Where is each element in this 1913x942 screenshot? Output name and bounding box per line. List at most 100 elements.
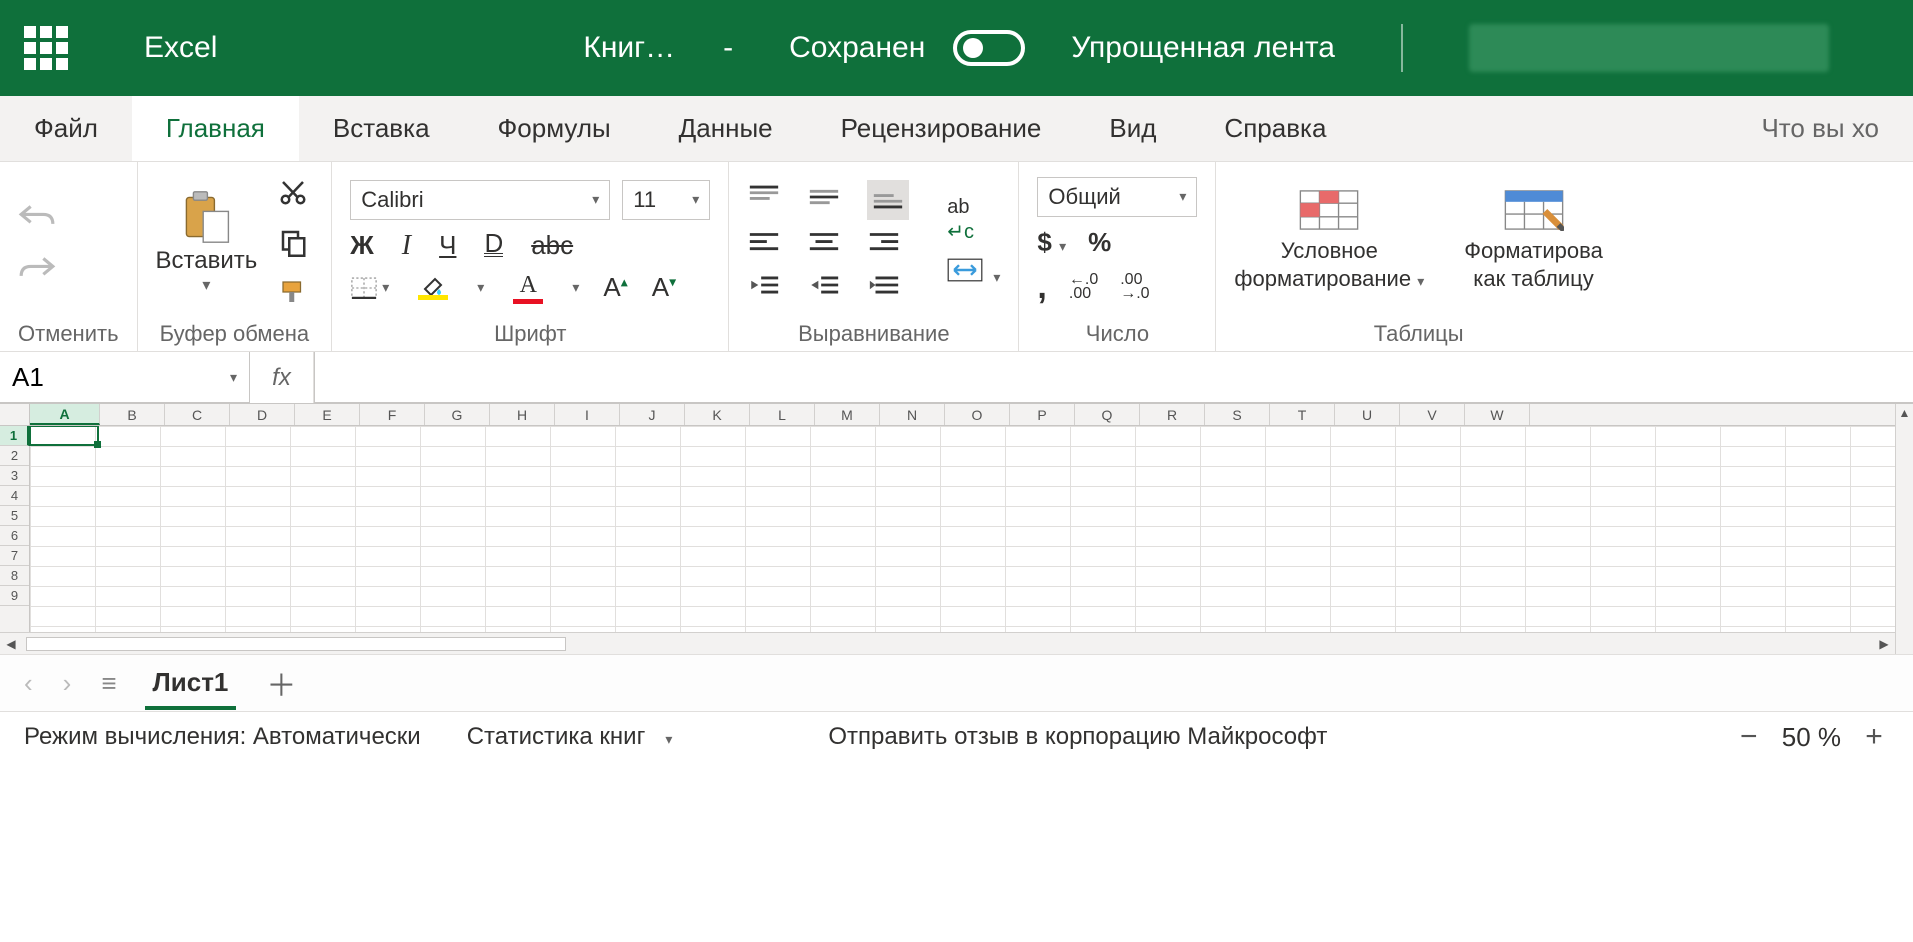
- feedback-link[interactable]: Отправить отзыв в корпорацию Майкрософт: [828, 723, 1327, 751]
- tab-review[interactable]: Рецензирование: [807, 96, 1076, 161]
- redo-button[interactable]: [18, 252, 56, 284]
- tab-file[interactable]: Файл: [0, 96, 132, 161]
- document-title[interactable]: Книг…: [583, 31, 675, 65]
- number-format-dropdown[interactable]: Общий ▾: [1037, 177, 1197, 217]
- column-header[interactable]: A: [30, 404, 100, 425]
- column-header[interactable]: M: [815, 404, 880, 425]
- decrease-indent-button[interactable]: [747, 272, 781, 304]
- column-header[interactable]: D: [230, 404, 295, 425]
- sheet-tab-active[interactable]: Лист1: [145, 657, 237, 710]
- font-color-button[interactable]: A: [508, 272, 548, 304]
- simplified-ribbon-toggle[interactable]: [953, 30, 1025, 66]
- tab-data[interactable]: Данные: [645, 96, 807, 161]
- align-middle-button[interactable]: [807, 184, 841, 216]
- add-sheet-button[interactable]: ＋: [266, 661, 296, 705]
- copy-button[interactable]: [273, 222, 313, 262]
- column-header[interactable]: C: [165, 404, 230, 425]
- align-top-button[interactable]: [747, 184, 781, 216]
- align-center-button[interactable]: [807, 230, 841, 262]
- all-sheets-icon[interactable]: ≡: [101, 668, 114, 699]
- rtl-text-button[interactable]: [867, 272, 901, 304]
- column-header[interactable]: P: [1010, 404, 1075, 425]
- fx-icon[interactable]: fx: [250, 352, 314, 403]
- tab-view[interactable]: Вид: [1075, 96, 1190, 161]
- scroll-right-icon[interactable]: ▶: [1873, 637, 1895, 651]
- cut-button[interactable]: [273, 172, 313, 212]
- column-header[interactable]: V: [1400, 404, 1465, 425]
- undo-button[interactable]: [18, 200, 56, 232]
- format-painter-button[interactable]: [273, 272, 313, 312]
- percent-button[interactable]: %: [1088, 227, 1111, 258]
- font-size-dropdown[interactable]: 11 ▾: [622, 180, 710, 220]
- row-header[interactable]: 7: [0, 546, 29, 566]
- conditional-formatting-button[interactable]: Условное форматирование ▾: [1234, 189, 1424, 295]
- underline-button[interactable]: Ч: [439, 230, 456, 261]
- row-header[interactable]: 5: [0, 506, 29, 526]
- app-launcher-icon[interactable]: [24, 26, 68, 70]
- column-header[interactable]: U: [1335, 404, 1400, 425]
- shrink-font-button[interactable]: A▾: [652, 272, 676, 303]
- column-header[interactable]: G: [425, 404, 490, 425]
- chevron-down-icon[interactable]: ▾: [202, 275, 210, 295]
- row-header[interactable]: 6: [0, 526, 29, 546]
- align-right-button[interactable]: [867, 230, 901, 262]
- column-header[interactable]: E: [295, 404, 360, 425]
- tab-home[interactable]: Главная: [132, 96, 299, 161]
- tab-insert[interactable]: Вставка: [299, 96, 464, 161]
- column-header[interactable]: J: [620, 404, 685, 425]
- calc-mode-label[interactable]: Режим вычисления: Автоматически: [24, 723, 421, 751]
- align-bottom-button[interactable]: [867, 180, 909, 220]
- format-as-table-button[interactable]: Форматирова как таблицу: [1464, 189, 1603, 293]
- tell-me-search[interactable]: Что вы хо: [1727, 96, 1913, 161]
- formula-input[interactable]: [314, 352, 1913, 403]
- borders-button[interactable]: ▾: [350, 277, 389, 299]
- row-header[interactable]: 8: [0, 566, 29, 586]
- cells-area[interactable]: [30, 426, 1895, 632]
- row-header[interactable]: 3: [0, 466, 29, 486]
- hscroll-thumb[interactable]: [26, 637, 566, 651]
- double-underline-button[interactable]: D: [484, 234, 503, 257]
- workbook-stats[interactable]: Статистика книг ▾: [467, 723, 673, 751]
- column-header[interactable]: T: [1270, 404, 1335, 425]
- comma-style-button[interactable]: ,: [1037, 268, 1046, 307]
- column-header[interactable]: W: [1465, 404, 1530, 425]
- column-header[interactable]: R: [1140, 404, 1205, 425]
- wrap-text-button[interactable]: ab↵c: [947, 196, 1000, 244]
- column-header[interactable]: Q: [1075, 404, 1140, 425]
- column-header[interactable]: B: [100, 404, 165, 425]
- select-all-corner[interactable]: [0, 404, 30, 425]
- zoom-in-button[interactable]: +: [1859, 720, 1889, 754]
- column-header[interactable]: L: [750, 404, 815, 425]
- bold-button[interactable]: Ж: [350, 230, 374, 261]
- align-left-button[interactable]: [747, 230, 781, 262]
- row-header[interactable]: 1: [0, 426, 29, 446]
- row-header[interactable]: 9: [0, 586, 29, 606]
- fill-handle[interactable]: [94, 441, 101, 448]
- column-header[interactable]: H: [490, 404, 555, 425]
- sheet-prev-icon[interactable]: ‹: [24, 668, 33, 699]
- merge-cells-button[interactable]: ▾: [947, 258, 1000, 288]
- horizontal-scrollbar[interactable]: ◀ ▶: [0, 632, 1895, 654]
- strikethrough-button[interactable]: abc: [531, 230, 573, 261]
- chevron-down-icon[interactable]: ▾: [572, 279, 579, 296]
- italic-button[interactable]: I: [402, 230, 411, 262]
- font-name-dropdown[interactable]: Calibri ▾: [350, 180, 610, 220]
- paste-button[interactable]: Вставить ▾: [156, 189, 258, 295]
- column-header[interactable]: F: [360, 404, 425, 425]
- decrease-decimal-button[interactable]: .00→.0: [1120, 273, 1149, 301]
- fill-color-button[interactable]: [413, 275, 453, 300]
- tab-formulas[interactable]: Формулы: [464, 96, 645, 161]
- user-account[interactable]: [1469, 24, 1829, 72]
- increase-indent-button[interactable]: [807, 272, 841, 304]
- currency-button[interactable]: $ ▾: [1037, 227, 1066, 258]
- column-header[interactable]: O: [945, 404, 1010, 425]
- grow-font-button[interactable]: A▴: [603, 272, 627, 303]
- row-header[interactable]: 4: [0, 486, 29, 506]
- column-header[interactable]: K: [685, 404, 750, 425]
- active-cell[interactable]: [29, 426, 99, 446]
- app-name[interactable]: Excel: [144, 31, 217, 65]
- scroll-left-icon[interactable]: ◀: [0, 637, 22, 651]
- name-box[interactable]: A1 ▾: [0, 352, 250, 403]
- vertical-scrollbar[interactable]: ▲: [1895, 404, 1913, 654]
- increase-decimal-button[interactable]: ←.0.00: [1069, 273, 1098, 301]
